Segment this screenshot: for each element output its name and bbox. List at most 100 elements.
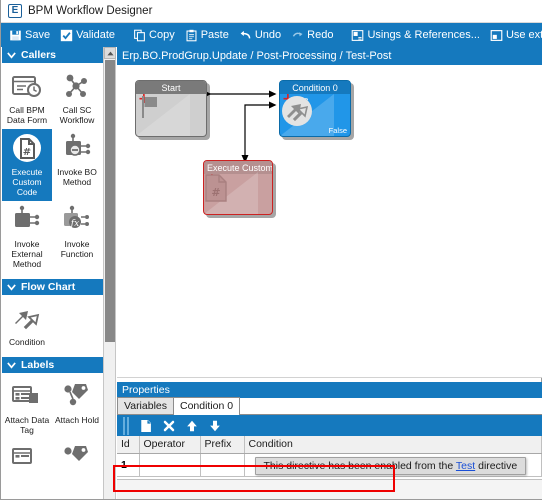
tool-attach-data-tag[interactable]: Attach Data Tag: [2, 377, 52, 439]
cell-id: 1: [117, 453, 140, 477]
node-box: Condition 0 + True False: [279, 80, 351, 137]
table-row[interactable]: 1 This directive has been enabled from t…: [117, 453, 542, 477]
tool-label: Call SC Workflow: [59, 105, 95, 125]
node-glyph: #: [204, 174, 272, 214]
copy-label: Copy: [149, 29, 175, 41]
paste-label: Paste: [200, 29, 229, 41]
execute-custom-code-icon: #: [13, 134, 41, 162]
condition-expression-button[interactable]: This directive has been enabled from the…: [254, 456, 527, 475]
column-header-prefix[interactable]: Prefix: [200, 436, 245, 454]
redo-arrow-icon: [292, 31, 303, 37]
toolbox-group-header-labels[interactable]: Labels: [2, 357, 103, 373]
tool-label: Execute Custom Code: [11, 167, 43, 197]
window-title: BPM Workflow Designer: [28, 5, 153, 17]
breadcrumb: Erp.BO.ProdGrup.Update / Post-Processing…: [117, 47, 542, 65]
cell-prefix[interactable]: [200, 453, 245, 477]
tool-invoke-bo-method[interactable]: Invoke BO Method: [52, 129, 102, 201]
invoke-bo-method-icon: [66, 133, 91, 156]
usings-references-icon: [352, 29, 364, 41]
column-header-condition[interactable]: Condition: [244, 436, 542, 454]
column-header-operator[interactable]: Operator: [139, 436, 201, 454]
attach-hold-icon: [64, 384, 88, 406]
title-bar: E BPM Workflow Designer: [1, 0, 542, 23]
toolbox-group-label: Labels: [21, 359, 55, 371]
workflow-node-execute-custom-code[interactable]: Execute Custom Co + #: [203, 160, 276, 218]
condition-text-prefix: This directive has been enabled from the: [263, 459, 456, 472]
tool-label: Attach Data Tag: [4, 415, 50, 435]
tool-attach-hold-2[interactable]: [52, 439, 102, 481]
svg-text:#: #: [211, 186, 220, 199]
bpm-workflow-designer-window: E BPM Workflow Designer Save Validate Co…: [0, 0, 542, 500]
chevron-down-icon: [7, 361, 16, 369]
invoke-external-method-icon: [15, 205, 40, 227]
scroll-up-button[interactable]: [104, 47, 116, 59]
properties-panel-header: Properties: [117, 382, 542, 398]
tool-attach-hold[interactable]: Attach Hold: [52, 377, 102, 439]
tool-invoke-function[interactable]: fx Invoke Function: [52, 201, 102, 273]
attach-hold-icon: [64, 446, 88, 461]
paste-icon: [186, 29, 197, 41]
save-icon: [10, 30, 21, 40]
node-glyph: [280, 94, 350, 136]
save-label: Save: [25, 29, 51, 41]
condition-text-suffix: directive: [475, 459, 518, 472]
grid-toolbar-grip[interactable]: [122, 416, 129, 435]
toolbox-scrollbar[interactable]: [104, 47, 116, 499]
node-body: + True False: [280, 92, 350, 136]
toolbox-group-body-callers: Call BPM Data Form Call SC Workflow # Ex…: [2, 63, 103, 279]
new-document-icon[interactable]: [139, 419, 153, 433]
cell-condition[interactable]: This directive has been enabled from the…: [244, 453, 542, 477]
toolbox-group-body-labels: Attach Data Tag Attach Hold: [2, 373, 103, 487]
workflow-canvas[interactable]: Start + Condition 0: [117, 65, 542, 378]
validate-label: Validate: [76, 29, 116, 41]
redo-button[interactable]: Redo: [286, 25, 338, 45]
tool-invoke-external-method[interactable]: Invoke External Method: [2, 201, 52, 273]
workflow-node-condition-0[interactable]: Condition 0 + True False: [279, 80, 354, 140]
copy-icon: [134, 29, 145, 41]
workflow-node-start[interactable]: Start +: [135, 80, 210, 140]
condition-test-link[interactable]: Test: [456, 460, 475, 472]
tool-condition[interactable]: Condition: [2, 299, 52, 351]
condition-arrow-icon: [15, 311, 40, 330]
usings-references-button[interactable]: Usings & References...: [346, 25, 485, 45]
node-box: Start +: [135, 80, 207, 137]
attach-data-tag-icon: [12, 386, 38, 403]
copy-button[interactable]: Copy: [128, 25, 180, 45]
table-header-row: Id Operator Prefix Condition: [117, 436, 542, 454]
node-body: + #: [204, 172, 272, 214]
toolbox-group-label: Callers: [21, 49, 57, 61]
chevron-down-icon: [7, 51, 16, 59]
toolbox-group-header-flow-chart[interactable]: Flow Chart: [2, 279, 103, 295]
tool-execute-custom-code[interactable]: # Execute Custom Code: [2, 129, 52, 201]
tab-variables[interactable]: Variables: [117, 397, 174, 414]
move-down-arrow-icon[interactable]: [208, 419, 222, 433]
epicor-logo-icon: E: [8, 4, 22, 18]
invoke-function-icon: fx: [64, 205, 89, 229]
cell-operator[interactable]: [139, 453, 201, 477]
flag-icon: [142, 96, 157, 118]
grid-empty-area: [117, 479, 542, 499]
toolbox-group-header-callers[interactable]: Callers: [2, 47, 103, 63]
toolbox-panel: Callers Call BPM Data Form Call SC Workf…: [2, 47, 104, 499]
app-icon-letter: E: [11, 5, 19, 16]
scrollbar-thumb[interactable]: [105, 60, 115, 342]
code-file-icon: #: [205, 174, 227, 202]
tool-label: Condition: [9, 337, 45, 347]
tab-condition-0[interactable]: Condition 0: [173, 397, 241, 415]
tool-call-sc-workflow[interactable]: Call SC Workflow: [52, 67, 102, 129]
tool-call-bpm-data-form[interactable]: Call BPM Data Form: [2, 67, 52, 129]
tool-attach-data-tag-2[interactable]: [2, 439, 52, 481]
use-extensions-button[interactable]: Use extensions: [485, 25, 542, 45]
caret-up-icon: [106, 51, 114, 55]
attach-data-tag-icon: [12, 448, 32, 464]
column-header-id[interactable]: Id: [117, 436, 140, 454]
node-body: +: [136, 92, 206, 136]
delete-x-icon[interactable]: [162, 419, 176, 433]
condition-arrow-icon: [282, 96, 312, 126]
validate-button[interactable]: Validate: [55, 25, 120, 45]
undo-arrow-icon: [240, 30, 251, 38]
undo-button[interactable]: Undo: [234, 25, 286, 45]
save-button[interactable]: Save: [4, 25, 55, 45]
paste-button[interactable]: Paste: [180, 25, 234, 45]
move-up-arrow-icon[interactable]: [185, 419, 199, 433]
